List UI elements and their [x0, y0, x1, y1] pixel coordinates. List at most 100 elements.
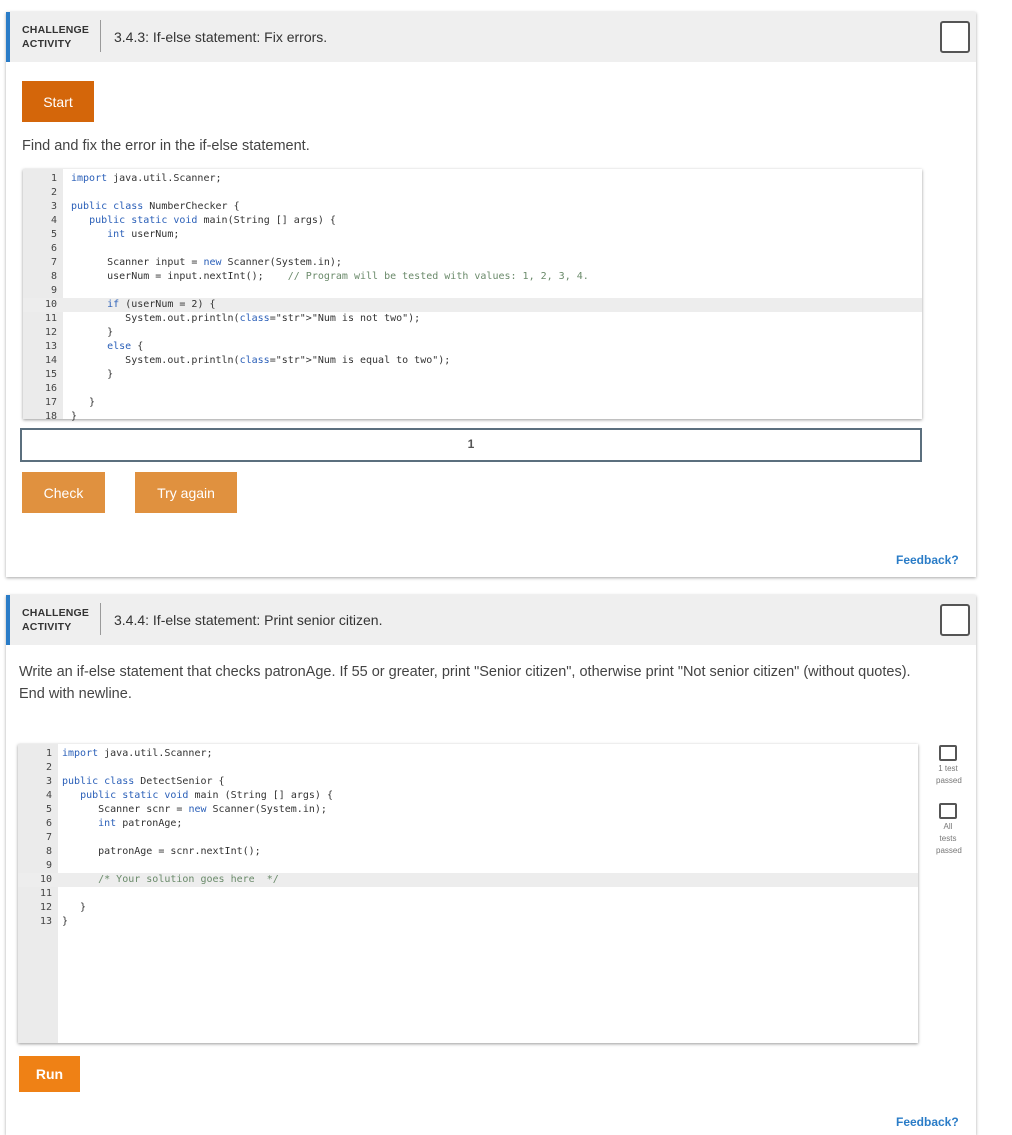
- code-line[interactable]: 6: [23, 242, 922, 256]
- checkbox-icon: [939, 803, 957, 819]
- kind-line-2: ACTIVITY: [22, 38, 72, 50]
- kind-line-1: CHALLENGE: [22, 24, 90, 36]
- code-line[interactable]: 7 Scanner input = new Scanner(System.in)…: [23, 256, 922, 270]
- line-number: 6: [50, 243, 57, 254]
- code-line[interactable]: 12 }: [23, 326, 922, 340]
- line-number: 11: [39, 888, 52, 899]
- code-line[interactable]: 15 }: [23, 368, 922, 382]
- code-text: public static void main (String [] args)…: [80, 790, 333, 801]
- code-line[interactable]: 3 public class NumberChecker {: [23, 200, 922, 214]
- code-text: import java.util.Scanner;: [62, 748, 213, 759]
- activity-title: 3.4.4: If-else statement: Print senior c…: [114, 612, 383, 628]
- line-number: 14: [44, 355, 57, 366]
- line-number: 1: [50, 173, 57, 184]
- code-line[interactable]: 8 patronAge = scnr.nextInt();: [18, 845, 918, 859]
- code-line[interactable]: 10 /* Your solution goes here */: [18, 873, 918, 887]
- code-editor[interactable]: 1 import java.util.Scanner; 2 3 public class…: [18, 744, 918, 1043]
- kind-line-2: ACTIVITY: [22, 621, 72, 633]
- test-status-label: All tests passed: [936, 822, 962, 855]
- line-number: 16: [44, 383, 57, 394]
- line-number: 4: [45, 790, 52, 801]
- line-number: 6: [45, 818, 52, 829]
- code-text: patronAge = scnr.nextInt();: [62, 846, 261, 857]
- code-text: System.out.println(class="str">"Num is n…: [71, 313, 421, 324]
- activity-title: 3.4.3: If-else statement: Fix errors.: [114, 29, 328, 45]
- code-line[interactable]: 13 else {: [23, 340, 922, 354]
- code-line[interactable]: 9: [23, 284, 922, 298]
- line-number: 13: [44, 341, 57, 352]
- code-text: Scanner scnr = new Scanner(System.in);: [62, 804, 327, 815]
- code-line[interactable]: 1 import java.util.Scanner;: [23, 172, 922, 186]
- line-number: 3: [50, 201, 57, 212]
- check-button[interactable]: Check: [22, 472, 105, 513]
- line-number: 7: [45, 832, 52, 843]
- code-editor[interactable]: 1 import java.util.Scanner; 2 3 public class…: [23, 169, 922, 422]
- code-text: public class NumberChecker {: [71, 201, 240, 212]
- line-number: 1: [45, 748, 52, 759]
- code-line[interactable]: 11 System.out.println(class="str">"Num i…: [23, 312, 922, 326]
- code-text: if (userNum = 2) {: [107, 299, 216, 310]
- code-line[interactable]: 11: [18, 887, 918, 901]
- test-result-box: 1: [20, 428, 922, 462]
- code-text: userNum = input.nextInt(); // Program wi…: [71, 271, 589, 282]
- line-number: 5: [45, 804, 52, 815]
- code-line[interactable]: 5 int userNum;: [23, 228, 922, 242]
- run-button[interactable]: Run: [19, 1056, 80, 1092]
- test-status-1: 1 test passed: [936, 745, 962, 787]
- line-number: 12: [39, 902, 52, 913]
- code-line[interactable]: 10 if (userNum = 2) {: [23, 298, 922, 312]
- try-again-button[interactable]: Try again: [135, 472, 237, 513]
- line-number: 2: [45, 762, 52, 773]
- code-line[interactable]: 4 public static void main (String [] arg…: [18, 789, 918, 803]
- code-line[interactable]: 13}: [18, 915, 918, 929]
- code-line[interactable]: 1 import java.util.Scanner;: [18, 747, 918, 761]
- instruction-text: Write an if-else statement that checks p…: [19, 664, 911, 702]
- code-line[interactable]: 14 System.out.println(class="str">"Num i…: [23, 354, 922, 368]
- code-line[interactable]: 18}: [23, 410, 922, 424]
- code-line[interactable]: 7: [18, 831, 918, 845]
- code-line[interactable]: 5 Scanner scnr = new Scanner(System.in);: [18, 803, 918, 817]
- line-number: 15: [44, 369, 57, 380]
- code-line[interactable]: 2: [23, 186, 922, 200]
- start-button[interactable]: Start: [22, 81, 94, 122]
- code-line[interactable]: 3 public class DetectSenior {: [18, 775, 918, 789]
- line-number: 17: [44, 397, 57, 408]
- line-number: 9: [45, 860, 52, 871]
- activity-kind-label: CHALLENGE ACTIVITY: [22, 23, 89, 51]
- code-text: }: [62, 916, 69, 927]
- line-number: 8: [45, 846, 52, 857]
- line-number: 3: [45, 776, 52, 787]
- line-number: 4: [50, 215, 57, 226]
- code-text: System.out.println(class="str">"Num is e…: [71, 355, 451, 366]
- line-number: 11: [44, 313, 57, 324]
- code-text: import java.util.Scanner;: [71, 173, 222, 184]
- code-line[interactable]: 17 }: [23, 396, 922, 410]
- feedback-link[interactable]: Feedback?: [896, 553, 959, 567]
- code-line[interactable]: 16: [23, 382, 922, 396]
- activity-header: CHALLENGE ACTIVITY 3.4.3: If-else statem…: [6, 12, 976, 62]
- kind-line-1: CHALLENGE: [22, 607, 90, 619]
- code-text: else {: [107, 341, 144, 352]
- code-line[interactable]: 2: [18, 761, 918, 775]
- code-text: Scanner input = new Scanner(System.in);: [71, 257, 342, 268]
- feedback-link[interactable]: Feedback?: [896, 1115, 959, 1129]
- code-line[interactable]: 8 userNum = input.nextInt(); // Program …: [23, 270, 922, 284]
- code-line[interactable]: 12 }: [18, 901, 918, 915]
- code-text: }: [71, 411, 78, 422]
- line-number: 7: [50, 257, 57, 268]
- test-status-label: 1 test passed: [936, 764, 962, 785]
- line-number: 18: [44, 411, 57, 422]
- code-text: int userNum;: [107, 229, 180, 240]
- line-number: 2: [50, 187, 57, 198]
- challenge-activity-card-1: CHALLENGE ACTIVITY 3.4.3: If-else statem…: [6, 12, 976, 577]
- code-line[interactable]: 6 int patronAge;: [18, 817, 918, 831]
- instruction-text: Find and fix the error in the if-else st…: [22, 138, 310, 154]
- code-text: }: [71, 369, 114, 380]
- code-line[interactable]: 4 public static void main(String [] args…: [23, 214, 922, 228]
- line-number: 5: [50, 229, 57, 240]
- activity-header: CHALLENGE ACTIVITY 3.4.4: If-else statem…: [6, 595, 976, 645]
- code-line[interactable]: 9: [18, 859, 918, 873]
- line-number: 12: [44, 327, 57, 338]
- header-divider: [100, 20, 101, 52]
- code-text: int patronAge;: [98, 818, 183, 829]
